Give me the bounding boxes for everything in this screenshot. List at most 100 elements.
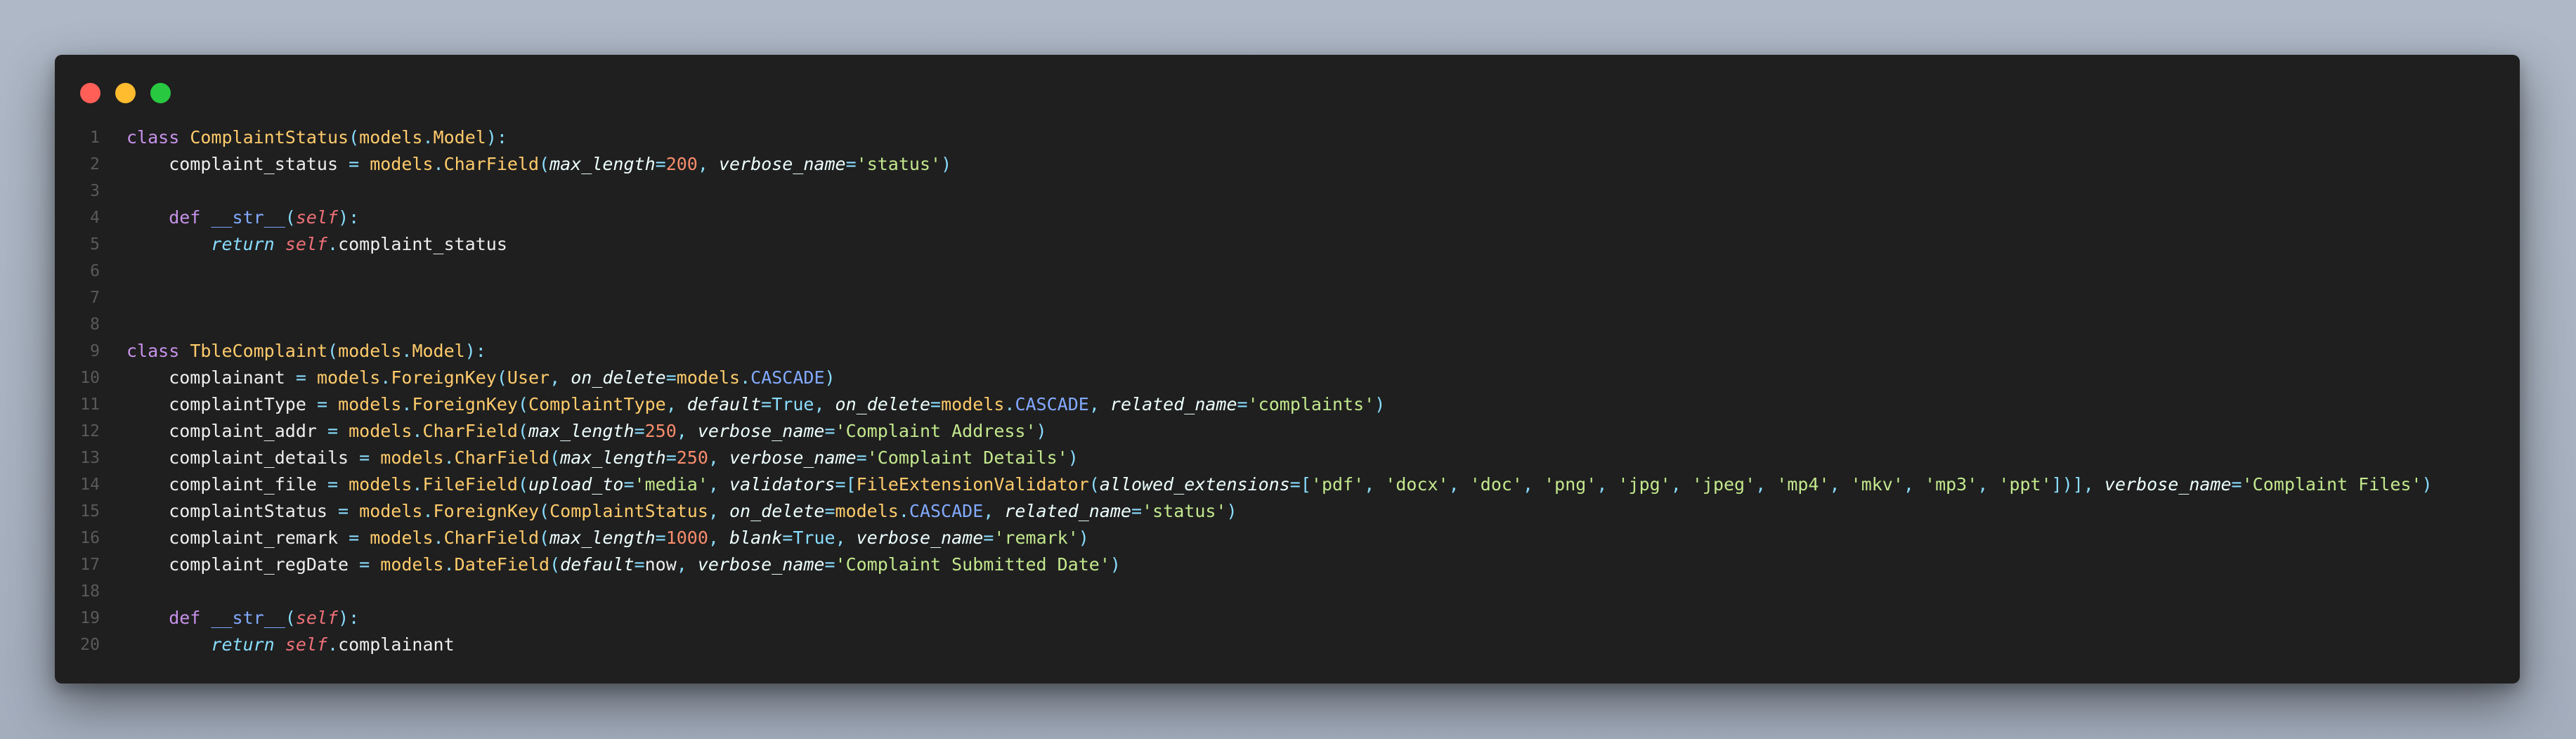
line-number: 8: [90, 315, 100, 334]
code-line: 6: [55, 258, 2520, 285]
code-token: (: [539, 154, 550, 174]
code-token: (: [517, 474, 529, 495]
code-token: =: [845, 154, 857, 174]
code-token: on_delete: [835, 394, 931, 414]
code-token: ): [1067, 447, 1079, 468]
code-text: complaint_status = models.CharField(max_…: [126, 151, 951, 178]
code-text: return self.complainant: [126, 632, 454, 658]
code-token: now: [644, 554, 677, 575]
code-token: ,: [1522, 474, 1544, 495]
code-token: verbose_name: [856, 528, 984, 548]
code-token: 'status': [856, 154, 942, 174]
code-text: complaint_file = models.FileField(upload…: [126, 471, 2432, 498]
code-token: return: [126, 234, 275, 254]
code-token: =: [824, 421, 835, 441]
code-token: verbose_name: [718, 154, 846, 174]
code-token: models: [316, 367, 381, 388]
code-token: ): [941, 154, 952, 174]
code-token: True: [793, 528, 835, 548]
code-token: ComplaintStatus: [549, 501, 708, 521]
code-text: complaint_regDate = models.DateField(def…: [126, 551, 1121, 578]
code-token: ForeignKey: [412, 394, 518, 414]
code-token: ,: [708, 528, 730, 548]
code-token: max_length: [560, 447, 666, 468]
code-token: self: [295, 608, 339, 628]
code-token: __str__: [211, 207, 285, 228]
code-token: ,: [1755, 474, 1777, 495]
code-line: 9 class TbleComplaint(models.Model):: [55, 338, 2520, 365]
line-number: 1: [90, 129, 100, 147]
code-token: .: [412, 474, 423, 495]
code-token: =: [327, 474, 339, 495]
code-token: ): [824, 367, 835, 388]
code-token: models: [338, 341, 402, 361]
code-token: .: [443, 554, 455, 575]
code-token: .: [740, 367, 751, 388]
code-token: complaint_status: [126, 154, 349, 174]
code-token: ):: [338, 608, 360, 628]
code-token: 'Complaint Submitted Date': [835, 554, 1110, 575]
code-token: .: [380, 367, 391, 388]
code-text: def __str__(self):: [126, 605, 359, 632]
code-line: 13 complaint_details = models.CharField(…: [55, 445, 2520, 471]
code-token: =: [824, 501, 835, 521]
code-token: models: [349, 474, 412, 495]
code-token: =: [835, 474, 846, 495]
code-token: =: [655, 528, 666, 548]
close-button[interactable]: [80, 83, 100, 103]
code-token: ,: [1088, 394, 1110, 414]
code-token: ,: [1670, 474, 1692, 495]
code-token: ComplaintType: [528, 394, 666, 414]
code-token: complaint_remark: [126, 528, 349, 548]
code-token: =: [665, 447, 677, 468]
code-token: .: [412, 421, 423, 441]
line-number: 3: [90, 182, 100, 200]
code-token: (: [539, 501, 550, 521]
code-token: ,: [1903, 474, 1925, 495]
code-token: def: [126, 608, 201, 628]
code-token: ,: [676, 421, 698, 441]
code-token: class: [126, 127, 180, 148]
code-token: (: [517, 421, 529, 441]
line-number: 13: [80, 449, 100, 467]
code-token: =: [655, 154, 666, 174]
window-titlebar: [55, 55, 2520, 125]
code-line: 15 complaintStatus = models.ForeignKey(C…: [55, 498, 2520, 525]
line-number: 16: [80, 529, 100, 547]
line-number: 5: [90, 235, 100, 254]
maximize-button[interactable]: [150, 83, 171, 103]
code-token: complaint_addr: [126, 421, 327, 441]
code-token: ,: [814, 394, 835, 414]
code-token: =: [782, 528, 793, 548]
code-token: models: [370, 154, 434, 174]
code-token: .: [433, 528, 444, 548]
code-token: FileExtensionValidator: [856, 474, 1089, 495]
code-token: 'status': [1142, 501, 1227, 521]
code-token: =: [930, 394, 942, 414]
code-line: 5 return self.complaint_status: [55, 231, 2520, 258]
code-window: 1 class ComplaintStatus(models.Model): 2 c…: [55, 55, 2520, 684]
code-line: 3: [55, 178, 2520, 204]
minimize-button[interactable]: [115, 83, 136, 103]
code-token: ,: [697, 154, 719, 174]
code-token: models: [349, 421, 412, 441]
code-token: 'media': [634, 474, 708, 495]
code-token: 'png': [1544, 474, 1597, 495]
code-token: ):: [464, 341, 486, 361]
code-token: related_name: [1004, 501, 1131, 521]
code-token: =: [1237, 394, 1248, 414]
code-token: .: [898, 501, 909, 521]
code-token: CharField: [443, 154, 540, 174]
code-line: 11 complaintType = models.ForeignKey(Com…: [55, 391, 2520, 418]
code-token: 'doc': [1469, 474, 1523, 495]
code-token: models: [835, 501, 899, 521]
code-token: =: [359, 447, 370, 468]
code-token: max_length: [549, 528, 656, 548]
code-line: 4 def __str__(self):: [55, 204, 2520, 231]
code-token: models: [338, 394, 402, 414]
code-line: 16 complaint_remark = models.CharField(m…: [55, 525, 2520, 551]
